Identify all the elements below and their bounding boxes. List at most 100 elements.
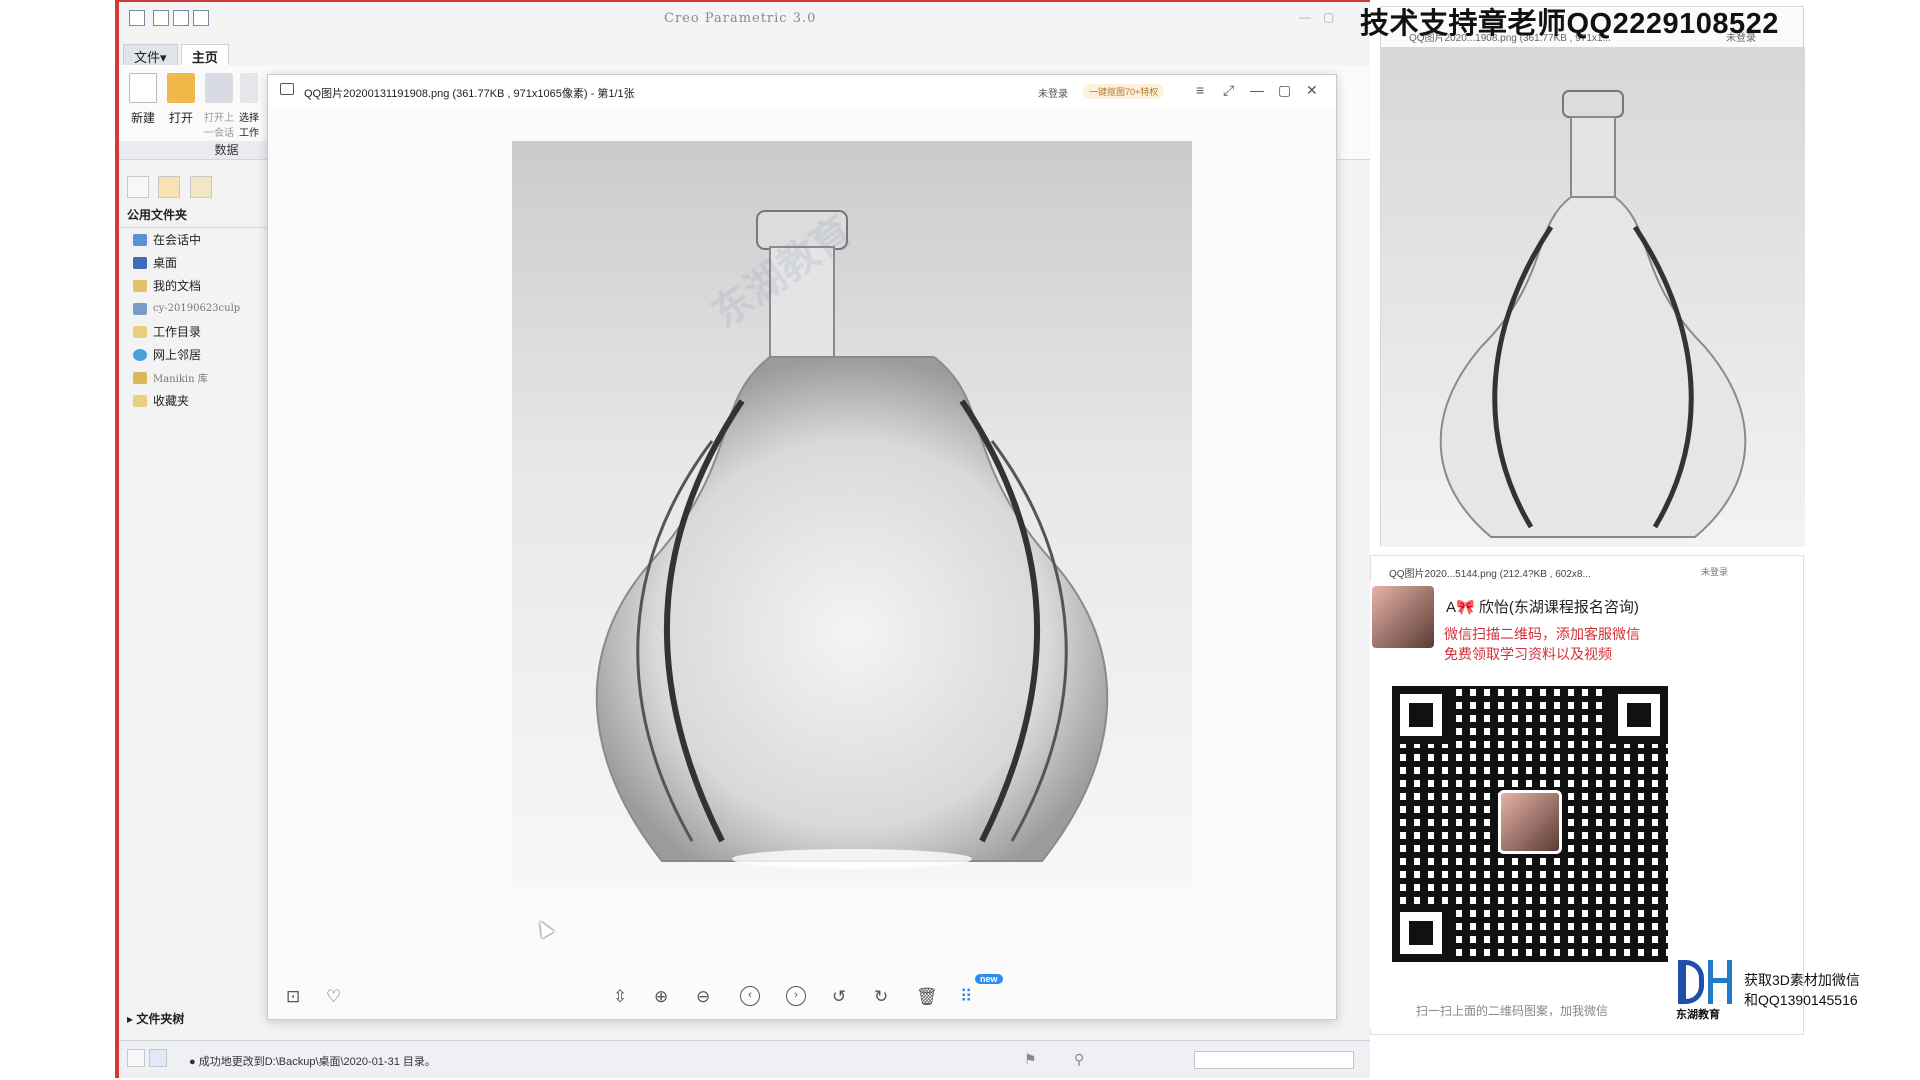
folder-label: cy-20190623culp <box>153 303 241 314</box>
session-icon <box>205 73 233 103</box>
menu-icon[interactable]: ≡ <box>1196 82 1204 98</box>
open-file-icon[interactable] <box>173 10 189 26</box>
folder-item-session[interactable]: 在会话中 <box>119 228 269 251</box>
contact-name: A🎀 欣怡(东湖课程报名咨询) <box>1446 599 1639 616</box>
folder-label: 桌面 <box>153 256 178 270</box>
bottle-lip <box>756 210 848 250</box>
folder-label: 网上邻居 <box>153 348 202 362</box>
viewer-file-title: QQ图片20200131191908.png (361.77KB , 971x1… <box>304 88 635 100</box>
folder-item-favorites[interactable]: 收藏夹 <box>119 389 269 412</box>
minimize-icon[interactable]: — <box>1299 10 1311 24</box>
previous-icon[interactable]: ‹ <box>740 986 760 1006</box>
bottle-thumbnail <box>1381 47 1805 547</box>
contact-card: A🎀 欣怡(东湖课程报名咨询) 微信扫描二维码，添加客服微信 免费领取学习资料以… <box>1370 582 1690 1030</box>
network-icon <box>133 348 147 361</box>
documents-icon <box>133 279 147 292</box>
support-contact-text: 技术支持章老师QQ2229108522 <box>1360 8 1779 40</box>
desktop-icon <box>133 256 147 269</box>
rotate-right-icon[interactable]: ↻ <box>874 987 888 1007</box>
zoom-out-icon[interactable]: ⊖ <box>696 987 710 1007</box>
minimize-icon[interactable]: — <box>1250 82 1264 98</box>
open-folder-icon[interactable]: ⊡ <box>286 987 300 1007</box>
login-status[interactable]: 未登录 <box>1038 85 1068 100</box>
bottle-image <box>512 141 1192 887</box>
qr-finder-top-left <box>1392 686 1450 744</box>
qr-code <box>1392 686 1668 962</box>
bottle-neck <box>769 246 835 358</box>
folder-label: 工作目录 <box>153 325 202 339</box>
close-icon[interactable]: ✕ <box>1306 82 1318 99</box>
working-dir-folder-icon <box>133 325 147 338</box>
window-icon[interactable] <box>193 10 209 26</box>
browser-toggle-icon[interactable] <box>149 1049 167 1067</box>
new-button[interactable]: 新建 <box>125 73 161 126</box>
creo-title: Creo Parametric 3.0 <box>664 11 817 26</box>
status-bar: ● 成功地更改到D:\Backup\桌面\2020-01-31 目录。 ⚑ ⚲ <box>119 1040 1370 1078</box>
zoom-in-icon[interactable]: ⊕ <box>654 987 668 1007</box>
cutout-badge[interactable]: 一键抠图70+特权 <box>1083 84 1165 99</box>
promo-text-2: 和QQ1390145516 <box>1744 992 1858 1008</box>
glass-bottle-illustration <box>595 210 1109 869</box>
favorite-icon[interactable]: ♡ <box>326 987 341 1007</box>
folder-label: 收藏夹 <box>153 394 190 408</box>
status-message: ● 成功地更改到D:\Backup\桌面\2020-01-31 目录。 <box>189 1056 436 1068</box>
apps-icon[interactable]: ⠿ <box>960 987 972 1007</box>
contact-instruction-1: 微信扫描二维码，添加客服微信 <box>1444 626 1640 642</box>
open-button[interactable]: 打开 <box>163 73 199 126</box>
filter-icon[interactable]: ⚲ <box>1074 1051 1084 1068</box>
flag-icon[interactable]: ⚑ <box>1024 1051 1037 1068</box>
favorites-icon[interactable] <box>189 176 212 198</box>
secondary-login-status-2[interactable]: 未登录 <box>1701 565 1728 578</box>
secondary-viewer-caption-2: QQ图片2020...5144.png (212.4?KB , 602x8... <box>1389 569 1591 580</box>
brand-logo-text: 东湖教育 <box>1676 1009 1720 1021</box>
open-last-session-button[interactable]: 打开上一会话 <box>201 73 237 139</box>
favorites-folder-icon <box>133 394 147 407</box>
thumb-bottle-lip <box>1562 90 1624 118</box>
selection-filter-dropdown[interactable] <box>1194 1051 1354 1069</box>
fullscreen-icon[interactable]: ⤢ <box>1223 82 1234 99</box>
thumb-bottle-body <box>1439 196 1747 538</box>
new-badge: new <box>975 974 1003 984</box>
working-dir-icon <box>240 73 258 103</box>
select-working-button[interactable]: 选择工作 <box>239 73 259 139</box>
new-file-icon[interactable] <box>153 10 169 26</box>
folder-item-computer[interactable]: cy-20190623culp <box>119 297 269 320</box>
open-label: 打开 <box>168 111 193 125</box>
folder-item-documents[interactable]: 我的文档 <box>119 274 269 297</box>
navigator-icons <box>127 176 218 201</box>
folder-item-working-dir[interactable]: 工作目录 <box>119 320 269 343</box>
qr-center-avatar <box>1498 790 1562 854</box>
delete-icon[interactable]: 🗑 <box>916 987 938 1007</box>
folder-item-desktop[interactable]: 桌面 <box>119 251 269 274</box>
secondary-viewer-top: QQ图片2020...1908.png (361.77KB , 971x1...… <box>1380 6 1805 547</box>
maximize-icon[interactable]: ▢ <box>1323 10 1334 24</box>
original-size-icon[interactable]: ⇳ <box>613 987 627 1007</box>
image-viewer-window: QQ图片20200131191908.png (361.77KB , 971x1… <box>267 74 1337 1020</box>
promo-text-1: 获取3D素材加微信 <box>1744 972 1860 988</box>
folder-label: Manikin 库 <box>153 374 208 385</box>
thumb-bottle-neck <box>1570 116 1616 198</box>
contact-instruction-2: 免费领取学习资料以及视频 <box>1444 646 1612 662</box>
select-working-label: 选择工作 <box>239 113 259 139</box>
app-icon <box>129 10 145 26</box>
ribbon-tabs: 文件▾ 主页 <box>123 44 229 69</box>
folder-item-network[interactable]: 网上邻居 <box>119 343 269 366</box>
new-label: 新建 <box>130 111 155 125</box>
viewer-logo-icon <box>280 83 294 95</box>
viewer-title-bar: QQ图片20200131191908.png (361.77KB , 971x1… <box>268 75 1336 107</box>
brand-logo: 东湖教育 <box>1676 958 1740 1021</box>
nav-toggle-icon[interactable] <box>127 1049 145 1067</box>
folder-item-manikin[interactable]: Manikin 库 <box>119 366 269 389</box>
next-icon[interactable]: › <box>786 986 806 1006</box>
folder-tree-toggle[interactable]: ▸ 文件夹树 <box>127 1010 184 1027</box>
maximize-icon[interactable]: ▢ <box>1278 82 1291 99</box>
bottle-thumbnail-illustration <box>1439 90 1747 538</box>
open-last-session-label: 打开上一会话 <box>204 113 234 139</box>
creo-title-bar: Creo Parametric 3.0 — ▢ <box>119 2 1370 36</box>
folder-panel: 公用文件夹 在会话中 桌面 我的文档 cy-20190623culp 工作目录 … <box>119 202 269 412</box>
model-tree-icon[interactable] <box>127 176 149 198</box>
rotate-left-icon[interactable]: ↺ <box>832 987 846 1007</box>
logo-d-shape <box>1678 960 1704 1004</box>
folder-header: 公用文件夹 <box>119 202 269 228</box>
folder-browser-icon[interactable] <box>158 176 181 198</box>
